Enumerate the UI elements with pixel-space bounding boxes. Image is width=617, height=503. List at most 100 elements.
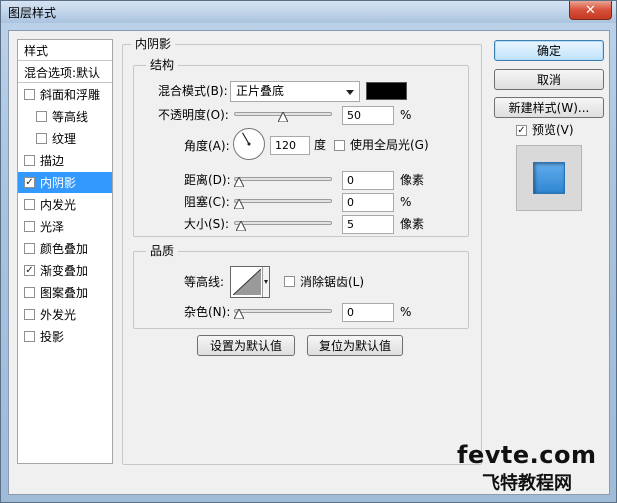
style-item-label: 斜面和浮雕 bbox=[40, 88, 101, 102]
ok-label: 确定 bbox=[536, 44, 561, 58]
style-item[interactable]: ✓ 内阴影 bbox=[18, 172, 112, 193]
style-item[interactable]: 投影 bbox=[18, 326, 112, 347]
size-slider[interactable] bbox=[234, 217, 332, 231]
noise-input[interactable]: 0 bbox=[342, 303, 394, 322]
style-list: 样式 混合选项:默认 斜面和浮雕等高线纹理描边 ✓ 内阴影内发光 光泽颜色叠加 ✓ 渐变叠… bbox=[17, 39, 113, 464]
style-item[interactable]: 等高线 bbox=[18, 106, 112, 127]
style-item-label: 投影 bbox=[40, 330, 65, 344]
opacity-slider[interactable] bbox=[234, 108, 332, 122]
antialias-label: 消除锯齿(L) bbox=[300, 275, 365, 289]
style-item-checkbox[interactable] bbox=[36, 111, 47, 122]
window-title: 图层样式 bbox=[8, 6, 57, 20]
slider-thumb-icon[interactable] bbox=[236, 221, 246, 231]
layer-style-dialog: 图层样式 ✕ 样式 混合选项:默认 斜面和浮雕等高线纹理描边 ✓ 内阴影内发光 光泽颜… bbox=[0, 0, 617, 503]
slider-thumb-icon[interactable] bbox=[278, 112, 288, 122]
angle-dial-icon[interactable] bbox=[232, 127, 266, 161]
antialias-checkbox[interactable] bbox=[284, 276, 295, 287]
inner-shadow-panel: 内阴影 结构 混合模式(B): 正片叠底 不透明度(O): 50 % 角度(A)… bbox=[122, 37, 482, 465]
style-item-label: 纹理 bbox=[52, 132, 77, 146]
preview-label: 预览(V) bbox=[532, 123, 574, 137]
distance-input[interactable]: 0 bbox=[342, 171, 394, 190]
style-item-label: 内阴影 bbox=[40, 176, 77, 190]
blend-options-item[interactable]: 混合选项:默认 bbox=[18, 62, 112, 83]
contour-dropdown[interactable] bbox=[262, 267, 269, 297]
style-item-checkbox[interactable] bbox=[24, 155, 35, 166]
style-item[interactable]: 斜面和浮雕 bbox=[18, 84, 112, 105]
choke-slider-track bbox=[234, 199, 332, 203]
opacity-input[interactable]: 50 bbox=[342, 106, 394, 125]
style-item-label: 渐变叠加 bbox=[40, 264, 89, 278]
noise-slider-track bbox=[234, 309, 332, 313]
style-item[interactable]: 光泽 bbox=[18, 216, 112, 237]
style-item[interactable]: 外发光 bbox=[18, 304, 112, 325]
ok-button[interactable]: 确定 bbox=[494, 40, 604, 61]
style-item[interactable]: 描边 bbox=[18, 150, 112, 171]
noise-slider[interactable] bbox=[234, 305, 332, 319]
shadow-color-swatch[interactable] bbox=[366, 82, 407, 100]
style-item-checkbox[interactable] bbox=[24, 331, 35, 342]
choke-label: 阻塞(C): bbox=[184, 195, 230, 209]
style-item-label: 图案叠加 bbox=[40, 286, 89, 300]
style-item-checkbox[interactable] bbox=[24, 309, 35, 320]
slider-thumb-icon[interactable] bbox=[234, 309, 244, 319]
style-item-label: 外发光 bbox=[40, 308, 77, 322]
noise-label: 杂色(N): bbox=[184, 305, 231, 319]
global-light-checkbox[interactable] bbox=[334, 140, 345, 151]
close-icon: ✕ bbox=[585, 2, 596, 18]
styles-header-label: 样式 bbox=[24, 43, 49, 58]
noise-percent: % bbox=[400, 305, 412, 319]
slider-thumb-icon[interactable] bbox=[234, 177, 244, 187]
blend-mode-select[interactable]: 正片叠底 bbox=[230, 81, 360, 102]
style-item-checkbox[interactable] bbox=[36, 133, 47, 144]
slider-thumb-icon[interactable] bbox=[234, 199, 244, 209]
style-item-checkbox[interactable] bbox=[24, 243, 35, 254]
global-light-label: 使用全局光(G) bbox=[350, 138, 429, 152]
contour-picker[interactable] bbox=[230, 266, 270, 298]
new-style-button[interactable]: 新建样式(W)... bbox=[494, 97, 604, 118]
choke-input[interactable]: 0 bbox=[342, 193, 394, 212]
distance-label: 距离(D): bbox=[184, 173, 231, 187]
distance-slider[interactable] bbox=[234, 173, 332, 187]
inner-shadow-title: 内阴影 bbox=[131, 37, 176, 51]
blend-options-label: 混合选项:默认 bbox=[24, 65, 101, 80]
angle-input[interactable]: 120 bbox=[270, 136, 310, 155]
style-item-checkbox[interactable] bbox=[24, 221, 35, 232]
style-item-label: 描边 bbox=[40, 154, 65, 168]
blend-mode-label: 混合模式(B): bbox=[158, 84, 228, 98]
style-item-checkbox[interactable]: ✓ bbox=[24, 177, 35, 188]
style-item[interactable]: 内发光 bbox=[18, 194, 112, 215]
cancel-button[interactable]: 取消 bbox=[494, 69, 604, 90]
opacity-percent: % bbox=[400, 108, 412, 122]
structure-group: 结构 混合模式(B): 正片叠底 不透明度(O): 50 % 角度(A): 12… bbox=[133, 58, 469, 237]
style-item[interactable]: 图案叠加 bbox=[18, 282, 112, 303]
size-input[interactable]: 5 bbox=[342, 215, 394, 234]
style-item-checkbox[interactable] bbox=[24, 89, 35, 100]
quality-title: 品质 bbox=[146, 244, 179, 258]
choke-slider[interactable] bbox=[234, 195, 332, 209]
reset-default-label: 复位为默认值 bbox=[318, 339, 391, 353]
styles-header[interactable]: 样式 bbox=[18, 40, 112, 61]
preview-checkbox[interactable]: ✓ bbox=[516, 125, 527, 136]
chevron-down-icon bbox=[346, 90, 354, 95]
blend-mode-value: 正片叠底 bbox=[236, 84, 285, 98]
style-item[interactable]: ✓ 渐变叠加 bbox=[18, 260, 112, 281]
style-item-label: 颜色叠加 bbox=[40, 242, 89, 256]
preview-swatch bbox=[533, 162, 565, 194]
set-default-button[interactable]: 设置为默认值 bbox=[197, 335, 295, 356]
style-item-checkbox[interactable]: ✓ bbox=[24, 265, 35, 276]
title-bar[interactable]: 图层样式 ✕ bbox=[1, 1, 616, 23]
close-button[interactable]: ✕ bbox=[569, 1, 612, 20]
size-unit: 像素 bbox=[400, 217, 425, 231]
size-slider-track bbox=[234, 221, 332, 225]
distance-unit: 像素 bbox=[400, 173, 425, 187]
dialog-client: 样式 混合选项:默认 斜面和浮雕等高线纹理描边 ✓ 内阴影内发光 光泽颜色叠加 ✓ 渐变叠… bbox=[8, 30, 610, 495]
style-item-checkbox[interactable] bbox=[24, 199, 35, 210]
reset-default-button[interactable]: 复位为默认值 bbox=[307, 335, 403, 356]
style-item[interactable]: 颜色叠加 bbox=[18, 238, 112, 259]
contour-label: 等高线: bbox=[184, 275, 225, 289]
style-item-checkbox[interactable] bbox=[24, 287, 35, 298]
new-style-label: 新建样式(W)... bbox=[508, 101, 590, 115]
distance-slider-track bbox=[234, 177, 332, 181]
cancel-label: 取消 bbox=[536, 73, 561, 87]
style-item[interactable]: 纹理 bbox=[18, 128, 112, 149]
